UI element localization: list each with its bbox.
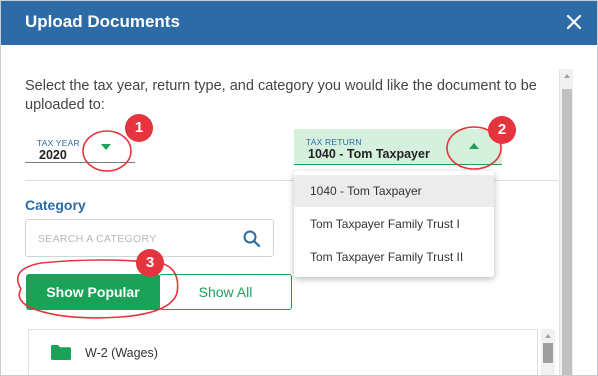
- search-icon[interactable]: [242, 229, 262, 249]
- tax-return-dropdown-menu: 1040 - Tom Taxpayer Tom Taxpayer Family …: [294, 171, 494, 277]
- category-list-scrollbar[interactable]: [541, 329, 555, 375]
- category-search-input[interactable]: [38, 230, 228, 248]
- dialog-body: Select the tax year, return type, and ca…: [1, 45, 597, 375]
- category-heading: Category: [25, 197, 86, 213]
- category-list-item-label: W-2 (Wages): [85, 346, 158, 360]
- category-list-scroll-thumb[interactable]: [543, 343, 553, 363]
- upload-documents-dialog: Upload Documents Select the tax year, re…: [0, 0, 598, 376]
- folder-icon: [51, 345, 71, 360]
- category-list-item[interactable]: W-2 (Wages): [29, 330, 539, 374]
- show-all-button[interactable]: Show All: [159, 274, 292, 310]
- tax-return-option[interactable]: Tom Taxpayer Family Trust II: [294, 241, 494, 273]
- tax-year-label: TAX YEAR: [37, 138, 80, 148]
- instructions-text: Select the tax year, return type, and ca…: [25, 78, 537, 113]
- scroll-up-arrow-icon[interactable]: [560, 69, 574, 83]
- dialog-scrollbar[interactable]: [559, 69, 574, 375]
- close-button[interactable]: [561, 9, 587, 35]
- dialog-header: Upload Documents: [1, 1, 597, 45]
- close-icon: [566, 14, 582, 30]
- category-search-box[interactable]: [25, 219, 274, 257]
- show-popular-button[interactable]: Show Popular: [26, 274, 160, 310]
- caret-down-icon[interactable]: [101, 144, 111, 150]
- scroll-up-arrow-icon[interactable]: [541, 330, 555, 342]
- tax-return-value: 1040 - Tom Taxpayer: [308, 147, 430, 161]
- category-list: W-2 (Wages): [28, 329, 539, 375]
- tax-return-label: TAX RETURN: [306, 137, 362, 147]
- caret-up-icon[interactable]: [469, 143, 479, 149]
- dialog-scroll-thumb[interactable]: [562, 89, 572, 375]
- tax-year-value: 2020: [39, 148, 67, 162]
- dialog-title: Upload Documents: [25, 12, 180, 31]
- tax-return-option[interactable]: 1040 - Tom Taxpayer: [294, 175, 494, 207]
- tax-return-option[interactable]: Tom Taxpayer Family Trust I: [294, 208, 494, 240]
- tax-year-select[interactable]: TAX YEAR 2020: [25, 131, 135, 163]
- tax-return-select[interactable]: TAX RETURN 1040 - Tom Taxpayer: [294, 129, 502, 165]
